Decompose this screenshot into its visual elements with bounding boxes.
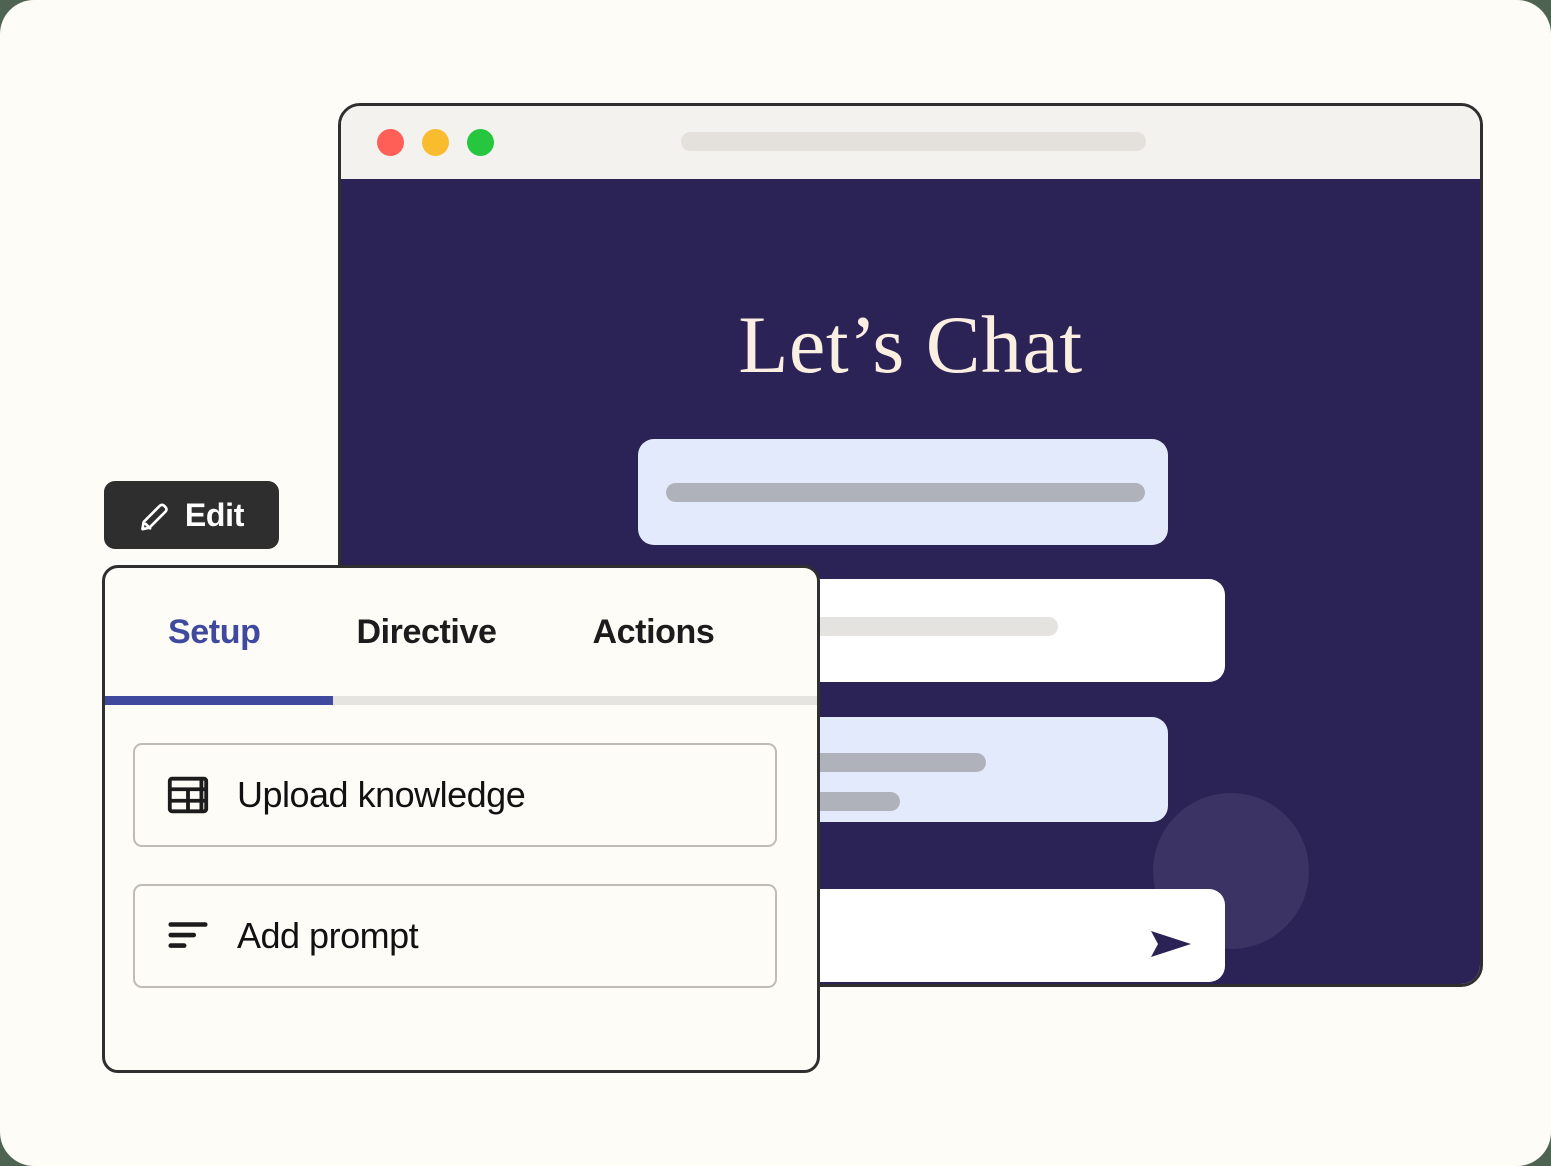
add-prompt-label: Add prompt xyxy=(237,915,419,956)
edit-button-label: Edit xyxy=(184,496,245,533)
pencil-icon xyxy=(141,503,168,531)
settings-panel: Setup Directive Actions Upload knowledge xyxy=(102,565,820,1073)
maximize-window-button[interactable] xyxy=(467,129,494,156)
close-window-button[interactable] xyxy=(377,129,404,156)
browser-title-bar xyxy=(341,106,1480,179)
upload-knowledge-button[interactable]: Upload knowledge xyxy=(133,743,777,847)
send-icon[interactable] xyxy=(1149,928,1193,960)
traffic-light-controls xyxy=(377,129,494,156)
table-icon xyxy=(167,776,209,814)
add-prompt-button[interactable]: Add prompt xyxy=(133,884,777,988)
tab-actions[interactable]: Actions xyxy=(593,613,715,652)
tab-underline-active xyxy=(105,696,333,705)
tab-underline-track xyxy=(105,696,817,705)
chat-bubble-incoming-1 xyxy=(638,439,1168,545)
tab-directive[interactable]: Directive xyxy=(356,613,496,652)
tab-setup[interactable]: Setup xyxy=(168,613,261,652)
text-lines-icon xyxy=(168,922,208,948)
address-bar[interactable] xyxy=(681,132,1146,151)
setup-options-list: Upload knowledge Add prompt xyxy=(105,705,817,988)
minimize-window-button[interactable] xyxy=(422,129,449,156)
edit-button[interactable]: Edit xyxy=(104,481,279,549)
page-canvas: Let’s Chat Edit Setup Directive Actions … xyxy=(0,0,1551,1166)
page-title: Let’s Chat xyxy=(738,299,1083,390)
skeleton-line xyxy=(666,483,1145,502)
tab-bar: Setup Directive Actions xyxy=(105,568,817,696)
upload-knowledge-label: Upload knowledge xyxy=(237,774,526,815)
